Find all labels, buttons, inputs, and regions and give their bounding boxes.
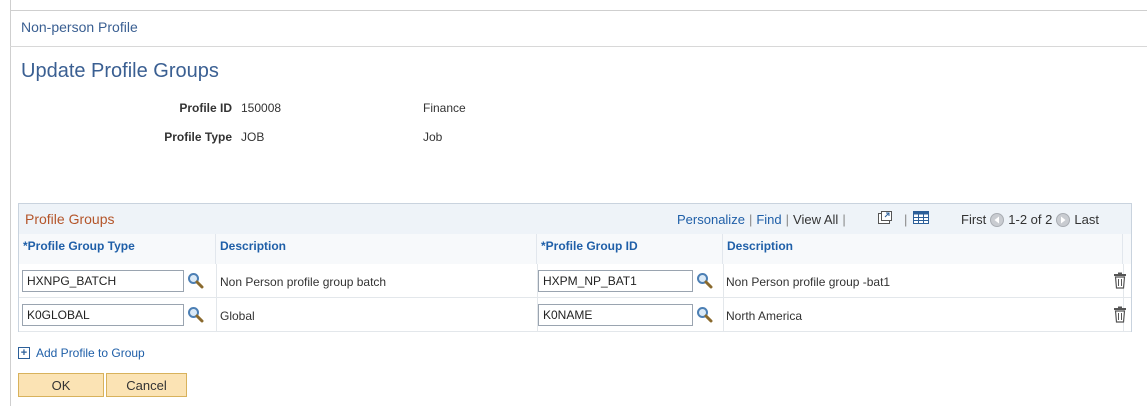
- last-label[interactable]: Last: [1074, 212, 1099, 227]
- grid-toolbar: Personalize | Find | View All |: [677, 212, 846, 227]
- download-spreadsheet-icon[interactable]: [913, 211, 929, 224]
- previous-arrow-icon[interactable]: [990, 212, 1005, 227]
- toolbar-separator: |: [904, 212, 908, 227]
- column-header-profile-group-id[interactable]: *Profile Group ID: [537, 234, 723, 264]
- profile-group-id-input[interactable]: [538, 304, 693, 326]
- profile-id-label: Profile ID: [179, 101, 232, 115]
- page-range: 1-2 of 2: [1008, 212, 1053, 227]
- table-row: Non Person profile group batch Non Perso…: [19, 264, 1131, 298]
- column-header-id-description[interactable]: Description: [723, 234, 1123, 264]
- add-profile-to-group-link[interactable]: + Add Profile to Group: [18, 346, 145, 360]
- profile-group-type-input[interactable]: [22, 270, 184, 292]
- lookup-search-icon[interactable]: [696, 272, 713, 289]
- new-window-icon[interactable]: [877, 210, 893, 225]
- plus-icon: +: [18, 347, 30, 359]
- window-frame-top: [10, 10, 1147, 11]
- column-header-actions: [1123, 234, 1131, 264]
- grid-header-bar: Profile Groups Personalize | Find | View All…: [19, 204, 1131, 235]
- delete-row-icon[interactable]: [1113, 306, 1127, 323]
- lookup-search-icon[interactable]: [187, 306, 204, 323]
- page-title: Update Profile Groups: [21, 60, 219, 82]
- personalize-link[interactable]: Personalize: [677, 212, 745, 227]
- id-description: Non Person profile group -bat1: [726, 275, 891, 289]
- component-title: Non-person Profile: [21, 19, 138, 35]
- cancel-button[interactable]: Cancel: [106, 373, 187, 397]
- pagination: First 1-2 of 2 Last: [961, 212, 1099, 227]
- column-header-profile-group-type[interactable]: *Profile Group Type: [19, 234, 216, 264]
- ok-button[interactable]: OK: [18, 373, 104, 397]
- next-arrow-icon[interactable]: [1056, 212, 1071, 227]
- add-profile-to-group-label: Add Profile to Group: [36, 346, 145, 360]
- profile-group-id-input[interactable]: [538, 270, 693, 292]
- view-all-link[interactable]: View All: [793, 212, 838, 227]
- profile-type-label: Profile Type: [164, 130, 232, 144]
- profile-type-description: Job: [423, 130, 443, 144]
- profile-type-value: JOB: [241, 130, 265, 144]
- id-description: North America: [726, 309, 803, 323]
- type-description: Global: [220, 309, 255, 323]
- table-row: Global North America: [19, 298, 1131, 332]
- profile-id-description: Finance: [423, 101, 466, 115]
- delete-row-icon[interactable]: [1113, 272, 1127, 289]
- column-header-type-description[interactable]: Description: [216, 234, 537, 264]
- lookup-search-icon[interactable]: [187, 272, 204, 289]
- window-frame-left: [0, 0, 11, 406]
- lookup-search-icon[interactable]: [696, 306, 713, 323]
- grid-title: Profile Groups: [25, 211, 115, 227]
- first-label[interactable]: First: [961, 212, 986, 227]
- find-link[interactable]: Find: [756, 212, 781, 227]
- profile-groups-grid: Profile Groups Personalize | Find | View All…: [18, 203, 1132, 332]
- type-description: Non Person profile group batch: [220, 275, 387, 289]
- profile-id-value: 150008: [241, 101, 282, 115]
- title-divider: [10, 46, 1147, 47]
- profile-group-type-input[interactable]: [22, 304, 184, 326]
